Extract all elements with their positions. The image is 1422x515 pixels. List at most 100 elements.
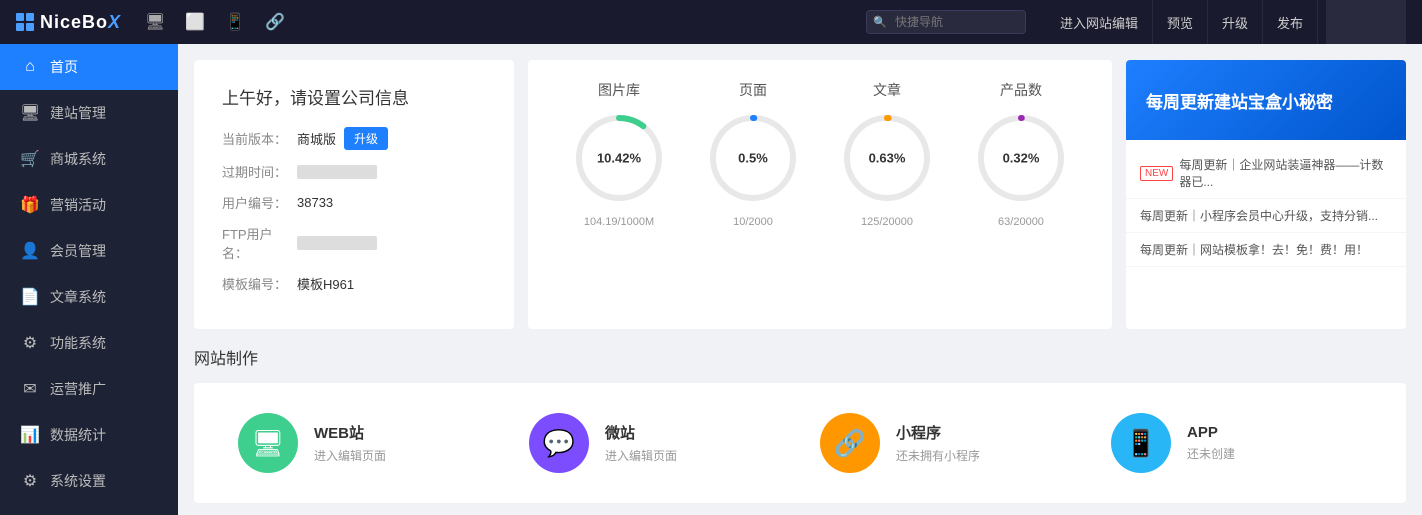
expire-row: 过期时间： — [222, 162, 486, 181]
sidebar-item-site-mgmt[interactable]: 🖥 建站管理 — [0, 90, 178, 136]
banner-item-1[interactable]: 每周更新｜小程序会员中心升级，支持分销... — [1126, 199, 1406, 233]
banner-item-0[interactable]: NEW每周更新｜企业网站装逼神器——计数器已... — [1126, 148, 1406, 199]
user-no-row: 用户编号： 38733 — [222, 193, 486, 212]
stat-sub-0: 104.19/1000M — [584, 216, 654, 228]
publish-button[interactable]: 发布 — [1263, 0, 1318, 44]
enter-editor-button[interactable]: 进入网站编辑 — [1046, 0, 1153, 44]
sidebar-item-settings[interactable]: ⚙ 系统设置 — [0, 458, 178, 504]
stat-item-0: 图片库 10.42% 104.19/1000M — [569, 80, 669, 228]
creation-desc-0: 进入编辑页面 — [314, 447, 386, 464]
content-area: 上午好，请设置公司信息 当前版本： 商城版 升级 过期时间： 用户编号： 387… — [178, 44, 1422, 515]
members-icon: 👤 — [20, 241, 40, 261]
circle-wrap-3: 0.32% — [971, 108, 1071, 208]
stat-item-3: 产品数 0.32% 63/20000 — [971, 80, 1071, 228]
sidebar: ⌂ 首页 🖥 建站管理 🛒 商城系统 🎁 营销活动 👤 会员管理 📄 文章系统 … — [0, 44, 178, 515]
sidebar-item-members[interactable]: 👤 会员管理 — [0, 228, 178, 274]
creation-item-小程序[interactable]: 🔗 小程序 还未拥有小程序 — [800, 403, 1091, 483]
creation-info-1: 微站 进入编辑页面 — [605, 422, 677, 464]
sidebar-label-promotion: 运营推广 — [50, 379, 106, 399]
banner-item-2[interactable]: 每周更新｜网站模板拿！去！免！费！用！ — [1126, 233, 1406, 267]
ftp-value — [297, 236, 377, 250]
functions-icon: ⚙ — [20, 333, 40, 353]
creation-item-WEB站[interactable]: 🖥 WEB站 进入编辑页面 — [218, 403, 509, 483]
stat-label-3: 产品数 — [1000, 80, 1042, 100]
sidebar-label-shop: 商城系统 — [50, 149, 106, 169]
creation-item-APP[interactable]: 📱 APP 还未创建 — [1091, 403, 1382, 483]
sidebar-label-articles: 文章系统 — [50, 287, 106, 307]
stat-sub-3: 63/20000 — [998, 216, 1044, 228]
creation-desc-2: 还未拥有小程序 — [896, 447, 980, 464]
banner-item-text-1: 每周更新｜小程序会员中心升级，支持分销... — [1140, 207, 1378, 224]
creation-item-微站[interactable]: 💬 微站 进入编辑页面 — [509, 403, 800, 483]
stat-label-2: 文章 — [873, 80, 901, 100]
user-no-label: 用户编号： — [222, 193, 297, 212]
preview-button[interactable]: 预览 — [1153, 0, 1208, 44]
sidebar-item-articles[interactable]: 📄 文章系统 — [0, 274, 178, 320]
stats-icon: 📊 — [20, 425, 40, 445]
search-input[interactable] — [866, 10, 1026, 34]
ftp-label: FTP用户名： — [222, 224, 297, 262]
creation-icon-3: 📱 — [1111, 413, 1171, 473]
creation-label-0: WEB站 — [314, 422, 386, 443]
tablet-portrait-icon[interactable]: 📱 — [225, 12, 245, 32]
banner-card: 每周更新建站宝盒小秘密 NEW每周更新｜企业网站装逼神器——计数器已... 每周更… — [1126, 60, 1406, 329]
user-no-value: 38733 — [297, 195, 333, 210]
creation-section: 网站制作 🖥 WEB站 进入编辑页面 💬 微站 进入编辑页面 🔗 小程序 还未拥… — [194, 345, 1406, 503]
creation-icon-2: 🔗 — [820, 413, 880, 473]
stat-label-1: 页面 — [739, 80, 767, 100]
stat-label-0: 图片库 — [598, 80, 640, 100]
topbar-actions: 进入网站编辑 预览 升级 发布 — [1046, 0, 1406, 44]
tablet-landscape-icon[interactable]: ⬜ — [185, 12, 205, 32]
sidebar-item-promotion[interactable]: ✉ 运营推广 — [0, 366, 178, 412]
creation-label-1: 微站 — [605, 422, 677, 443]
banner-list: NEW每周更新｜企业网站装逼神器——计数器已... 每周更新｜小程序会员中心升级，… — [1126, 140, 1406, 329]
circle-wrap-1: 0.5% — [703, 108, 803, 208]
sidebar-label-stats: 数据统计 — [50, 425, 106, 445]
sidebar-item-stats[interactable]: 📊 数据统计 — [0, 412, 178, 458]
stat-sub-1: 10/2000 — [733, 216, 773, 228]
logo-text: NiceBoX — [40, 12, 121, 33]
home-icon: ⌂ — [20, 58, 40, 76]
version-row: 当前版本： 商城版 升级 — [222, 127, 486, 150]
template-label: 模板编号： — [222, 274, 297, 293]
creation-info-3: APP 还未创建 — [1187, 424, 1235, 462]
sidebar-item-functions[interactable]: ⚙ 功能系统 — [0, 320, 178, 366]
version-value: 商城版 — [297, 129, 336, 148]
topbar-search — [866, 10, 1026, 34]
creation-label-3: APP — [1187, 424, 1235, 441]
creation-info-0: WEB站 进入编辑页面 — [314, 422, 386, 464]
creation-label-2: 小程序 — [896, 422, 980, 443]
site-mgmt-icon: 🖥 — [20, 103, 40, 123]
logo: NiceBoX — [16, 12, 121, 33]
link-icon[interactable]: 🔗 — [265, 12, 285, 32]
stat-pct-3: 0.32% — [1003, 151, 1040, 166]
sidebar-label-members: 会员管理 — [50, 241, 106, 261]
version-label: 当前版本： — [222, 129, 297, 148]
creation-section-title: 网站制作 — [194, 345, 1406, 369]
circle-wrap-0: 10.42% — [569, 108, 669, 208]
circle-wrap-2: 0.63% — [837, 108, 937, 208]
creation-row: 🖥 WEB站 进入编辑页面 💬 微站 进入编辑页面 🔗 小程序 还未拥有小程序 … — [218, 403, 1382, 483]
sidebar-item-marketing[interactable]: 🎁 营销活动 — [0, 182, 178, 228]
avatar[interactable] — [1326, 0, 1406, 44]
articles-icon: 📄 — [20, 287, 40, 307]
shop-icon: 🛒 — [20, 149, 40, 169]
creation-icon-0: 🖥 — [238, 413, 298, 473]
sidebar-label-functions: 功能系统 — [50, 333, 106, 353]
sidebar-label-site-mgmt: 建站管理 — [50, 103, 106, 123]
stat-pct-2: 0.63% — [869, 151, 906, 166]
top-row: 上午好，请设置公司信息 当前版本： 商城版 升级 过期时间： 用户编号： 387… — [194, 60, 1406, 329]
stat-item-1: 页面 0.5% 10/2000 — [703, 80, 803, 228]
upgrade-button[interactable]: 升级 — [1208, 0, 1263, 44]
banner-item-text-2: 每周更新｜网站模板拿！去！免！费！用！ — [1140, 241, 1368, 258]
sidebar-item-home[interactable]: ⌂ 首页 — [0, 44, 178, 90]
sidebar-item-shop[interactable]: 🛒 商城系统 — [0, 136, 178, 182]
monitor-icon[interactable]: 🖥 — [145, 12, 165, 32]
sidebar-label-home: 首页 — [50, 57, 78, 77]
promotion-icon: ✉ — [20, 379, 40, 399]
banner-header: 每周更新建站宝盒小秘密 — [1126, 60, 1406, 140]
upgrade-version-button[interactable]: 升级 — [344, 127, 388, 150]
new-badge: NEW — [1140, 166, 1173, 181]
settings-icon: ⚙ — [20, 471, 40, 491]
creation-icon-1: 💬 — [529, 413, 589, 473]
